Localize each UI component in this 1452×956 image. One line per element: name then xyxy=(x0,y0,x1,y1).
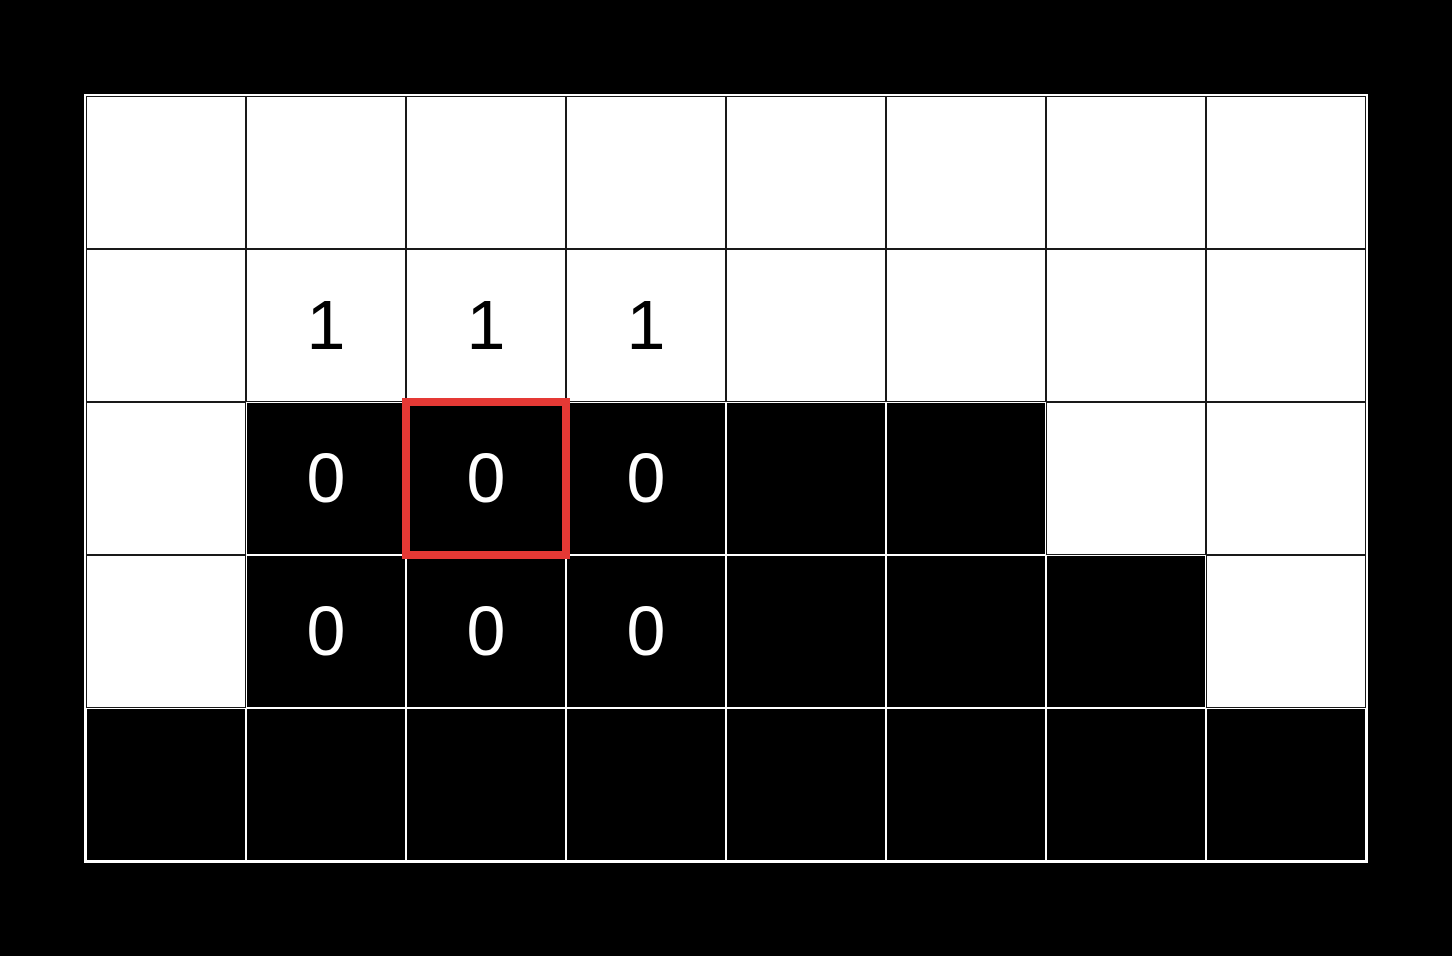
grid-container: 111000000 xyxy=(84,94,1368,863)
grid-cell-r4-c5 xyxy=(886,708,1046,861)
grid-cell-r3-c3: 0 xyxy=(566,555,726,708)
grid-cell-r1-c3: 1 xyxy=(566,249,726,402)
grid-cell-r2-c7 xyxy=(1206,402,1366,555)
grid-cell-r4-c6 xyxy=(1046,708,1206,861)
grid-cell-r3-c6 xyxy=(1046,555,1206,708)
grid-cell-r0-c3 xyxy=(566,96,726,249)
grid-cell-r0-c1 xyxy=(246,96,406,249)
grid-cell-r3-c2: 0 xyxy=(406,555,566,708)
grid-cell-r2-c4 xyxy=(726,402,886,555)
grid-cell-r0-c5 xyxy=(886,96,1046,249)
grid-cell-r0-c7 xyxy=(1206,96,1366,249)
grid-cell-r1-c6 xyxy=(1046,249,1206,402)
grid-cell-r0-c0 xyxy=(86,96,246,249)
grid-cell-r2-c5 xyxy=(886,402,1046,555)
grid-cell-r2-c3: 0 xyxy=(566,402,726,555)
grid-cell-r2-c2: 0 xyxy=(406,402,566,555)
grid-cell-r1-c7 xyxy=(1206,249,1366,402)
grid-cell-r3-c1: 0 xyxy=(246,555,406,708)
grid-cell-r1-c2: 1 xyxy=(406,249,566,402)
grid-cell-r4-c7 xyxy=(1206,708,1366,861)
grid-cell-r0-c6 xyxy=(1046,96,1206,249)
grid-cell-r2-c0 xyxy=(86,402,246,555)
grid-cell-r2-c1: 0 xyxy=(246,402,406,555)
grid-cell-r4-c4 xyxy=(726,708,886,861)
grid-cell-r0-c4 xyxy=(726,96,886,249)
grid-cell-r4-c2 xyxy=(406,708,566,861)
grid-cell-r4-c1 xyxy=(246,708,406,861)
grid-cell-r3-c4 xyxy=(726,555,886,708)
grid-cell-r2-c6 xyxy=(1046,402,1206,555)
grid-cell-r3-c7 xyxy=(1206,555,1366,708)
grid-cell-r1-c5 xyxy=(886,249,1046,402)
grid-cell-r4-c3 xyxy=(566,708,726,861)
grid-cell-r1-c1: 1 xyxy=(246,249,406,402)
grid-cell-r4-c0 xyxy=(86,708,246,861)
grid-cell-r1-c4 xyxy=(726,249,886,402)
binary-grid-diagram: 111000000 xyxy=(84,94,1368,863)
grid-cell-r3-c5 xyxy=(886,555,1046,708)
grid-cell-r3-c0 xyxy=(86,555,246,708)
grid-cell-r0-c2 xyxy=(406,96,566,249)
grid-cell-r1-c0 xyxy=(86,249,246,402)
